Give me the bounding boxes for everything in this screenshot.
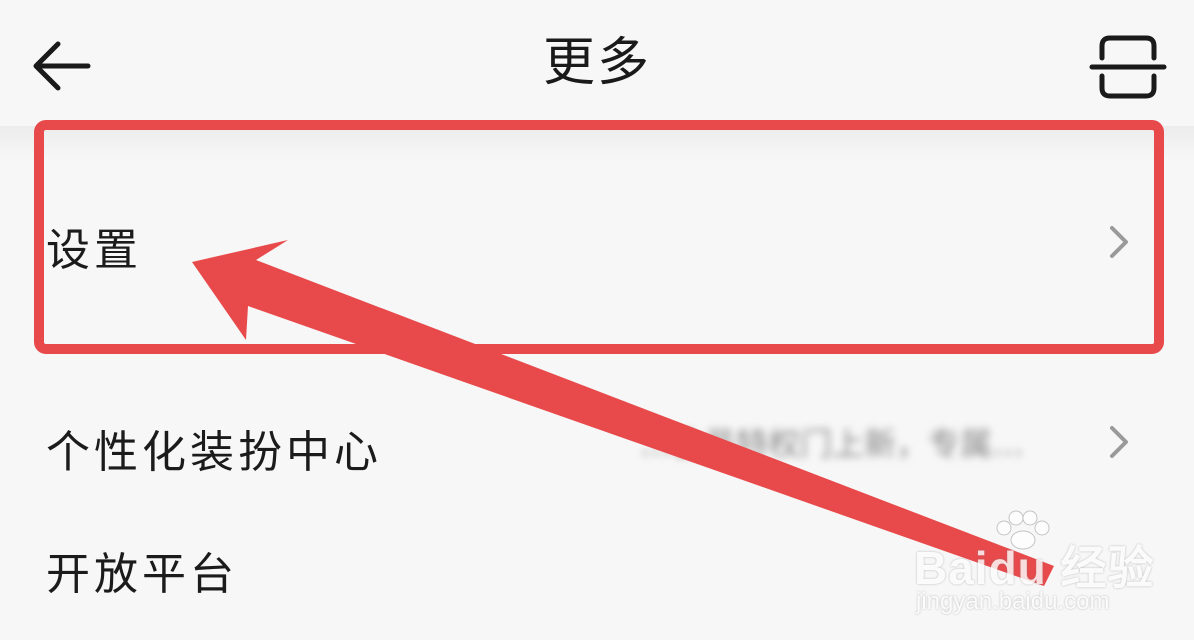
scan-icon[interactable]	[1088, 32, 1168, 102]
chevron-right-icon	[1110, 226, 1128, 258]
page-title: 更多	[542, 33, 651, 93]
screen: 更多 设置 个性化装扮中心 …会员特权门上新，专属… 开放平台 Baidu 经验…	[0, 0, 1194, 640]
menu-item-label: 开放平台	[46, 549, 238, 600]
menu-item-open-platform[interactable]: 开放平台	[0, 510, 1194, 634]
back-arrow-icon[interactable]	[24, 28, 100, 104]
menu-item-label: 个性化装扮中心	[46, 427, 382, 478]
menu-item-settings[interactable]: 设置	[0, 130, 1194, 344]
menu-item-personalization[interactable]: 个性化装扮中心 …会员特权门上新，专属…	[0, 380, 1194, 504]
chevron-right-icon	[1110, 426, 1128, 458]
top-bar: 更多	[0, 0, 1194, 128]
menu-item-label: 设置	[46, 225, 142, 276]
menu-item-value: …会员特权门上新，专属…	[640, 425, 1025, 463]
